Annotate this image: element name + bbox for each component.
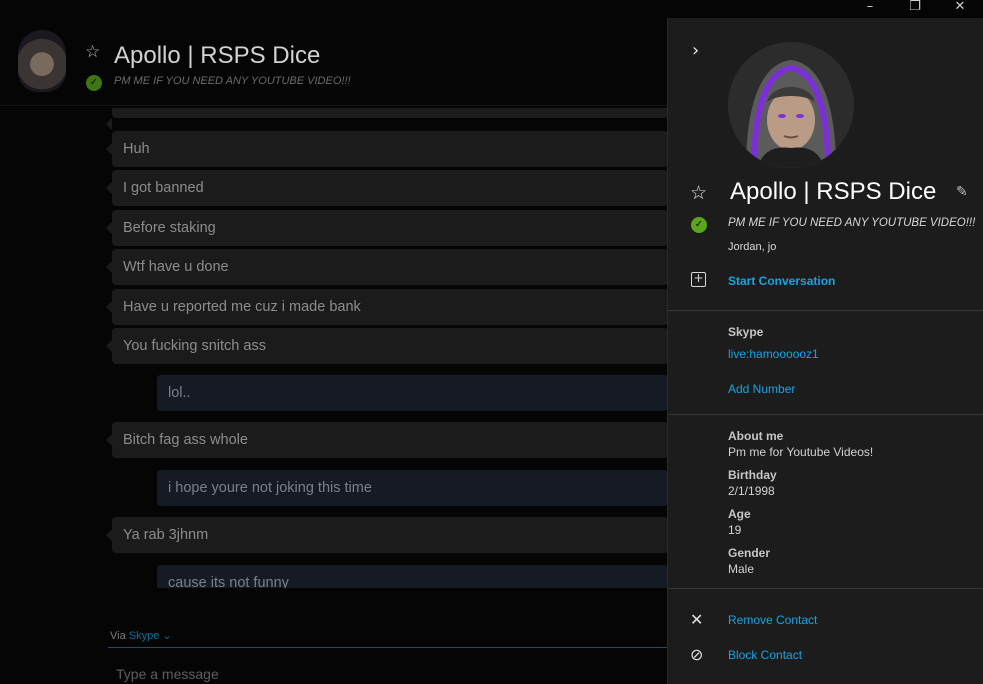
birthday-label: Birthday [728, 468, 777, 482]
minimize-button[interactable]: – [850, 0, 890, 16]
age-value: 19 [728, 523, 742, 537]
avatar-image [728, 42, 854, 168]
message-bubble[interactable]: You fucking snitch ass [106, 328, 668, 364]
block-icon[interactable]: ⊘ [690, 645, 703, 664]
about-label: About me [728, 429, 784, 443]
mood-message: PM ME IF YOU NEED ANY YOUTUBE VIDEO!!! [114, 75, 351, 87]
birthday-value: 2/1/1998 [728, 484, 775, 498]
skype-label: Skype [728, 325, 764, 339]
online-status-icon: ✓ [86, 75, 102, 91]
block-contact-link[interactable]: Block Contact [728, 648, 802, 662]
profile-location: Jordan, jo [728, 241, 777, 253]
message-bubble[interactable]: i hope youre not joking this time [157, 470, 668, 506]
message-bubble[interactable]: Have u reported me cuz i made bank [106, 289, 668, 325]
profile-name: Apollo | RSPS Dice [730, 178, 937, 205]
avatar[interactable] [18, 30, 66, 92]
divider [668, 414, 983, 415]
age-label: Age [728, 507, 751, 521]
start-conversation-link[interactable]: Start Conversation [728, 274, 835, 288]
gender-value: Male [728, 562, 755, 576]
message-input[interactable]: Type a message [116, 666, 219, 682]
profile-mood: PM ME IF YOU NEED ANY YOUTUBE VIDEO!!! [728, 217, 976, 229]
divider [668, 310, 983, 311]
message-bubble[interactable]: Wtf have u done [106, 249, 668, 285]
remove-contact-link[interactable]: Remove Contact [728, 613, 817, 627]
message-bubble[interactable]: Ya rab 3jhnm [106, 517, 668, 553]
profile-avatar[interactable] [728, 42, 854, 168]
close-icon[interactable]: ✕ [690, 610, 703, 629]
message-bubble[interactable]: lol.. [157, 375, 668, 411]
chevron-right-icon[interactable]: › [692, 40, 699, 61]
skype-id-link[interactable]: live:hamoooooz1 [728, 347, 819, 361]
about-value: Pm me for Youtube Videos! [728, 445, 874, 459]
contact-name[interactable]: Apollo | RSPS Dice [114, 42, 320, 70]
message-list[interactable]: Huh I got banned Before staking Wtf have… [0, 108, 668, 588]
message-bubble[interactable]: I got banned [106, 170, 668, 206]
add-number-link[interactable]: Add Number [728, 382, 795, 396]
online-status-icon: ✓ [691, 217, 707, 233]
pencil-icon[interactable]: ✎ [956, 184, 968, 200]
plus-box-icon[interactable]: + [691, 272, 706, 287]
via-service[interactable]: Skype [129, 630, 160, 642]
close-button[interactable]: ✕ [940, 0, 980, 16]
chevron-down-icon[interactable]: ⌄ [162, 630, 171, 642]
via-label: Via [110, 630, 126, 642]
maximize-button[interactable]: ❐ [895, 0, 935, 16]
star-icon[interactable]: ☆ [690, 182, 707, 204]
message-bubble[interactable]: cause its not funny [157, 565, 668, 588]
message-bubble[interactable]: Before staking [106, 210, 668, 246]
star-icon[interactable]: ☆ [85, 42, 100, 62]
message-bubble [106, 108, 668, 130]
via-selector[interactable]: Via Skype ⌄ [110, 629, 172, 642]
gender-label: Gender [728, 546, 771, 560]
divider [668, 588, 983, 589]
compose-divider [108, 647, 668, 648]
message-bubble[interactable]: Huh [106, 131, 668, 167]
profile-panel: › ☆ Apollo | RSPS Dice ✎ ✓ PM ME IF YOU … [667, 18, 983, 684]
message-bubble[interactable]: Bitch fag ass whole [106, 422, 668, 458]
